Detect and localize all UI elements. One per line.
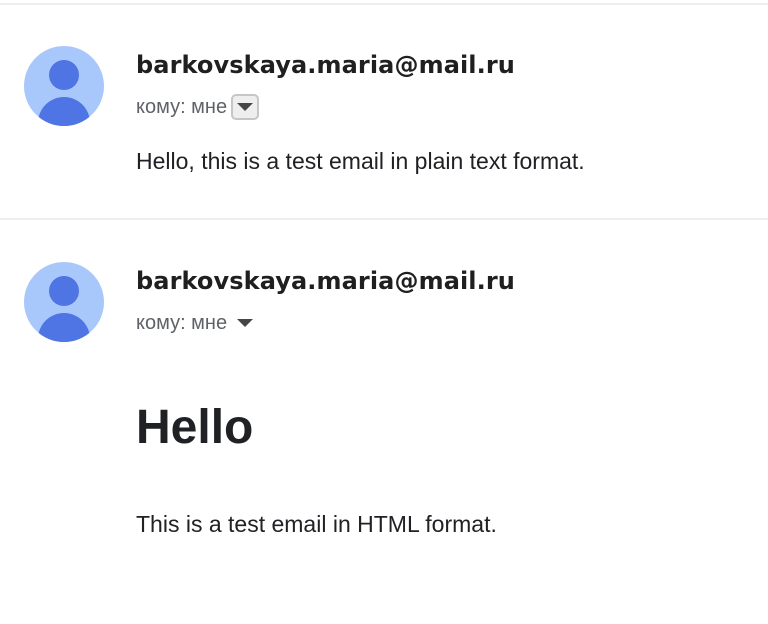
recipient-row: кому: мне [136,92,260,122]
caret-down-icon [237,319,254,327]
divider [0,3,768,5]
caret-down-icon [237,103,254,111]
show-details-button[interactable] [231,94,260,120]
recipient-label: кому: мне [136,311,228,334]
recipient-label: кому: мне [136,95,228,118]
message-body: Hello, this is a test email in plain tex… [136,148,585,174]
avatar-head [49,276,79,306]
sender-avatar-icon[interactable] [24,262,104,342]
message-heading: Hello [136,401,254,454]
divider [0,218,768,220]
recipient-row: кому: мне [136,308,259,338]
message-body: This is a test email in HTML format. [136,511,497,537]
avatar-body [38,313,90,342]
avatar-head [49,60,79,90]
show-details-button[interactable] [231,310,259,336]
sender-address[interactable]: barkovskaya.maria@mail.ru [136,51,515,79]
avatar-body [38,97,90,126]
sender-address[interactable]: barkovskaya.maria@mail.ru [136,267,515,295]
sender-avatar-icon[interactable] [24,46,104,126]
email-thread: barkovskaya.maria@mail.ru кому: мне Hell… [0,0,768,624]
